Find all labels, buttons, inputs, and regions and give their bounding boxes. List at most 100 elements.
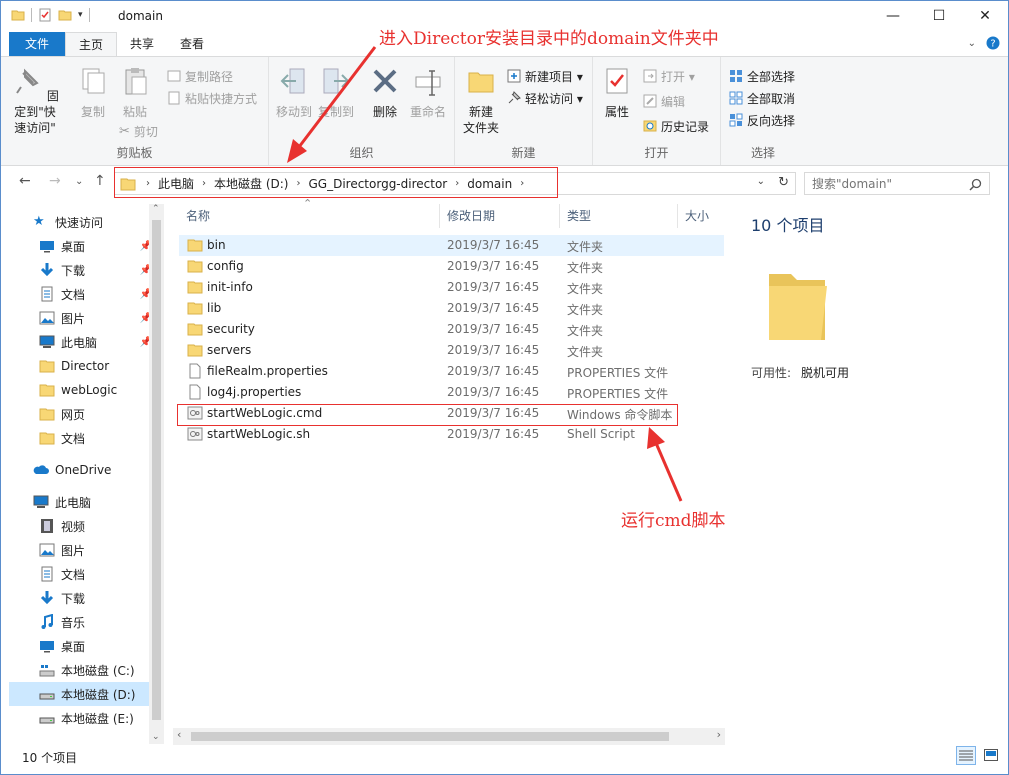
- file-list: ⌃ 名称 修改日期 类型 大小 bin 2019/3/7 16:45 文件夹 c…: [173, 197, 728, 744]
- table-row[interactable]: bin 2019/3/7 16:45 文件夹: [179, 235, 724, 256]
- nav-quick-access[interactable]: ★ 快速访问: [33, 210, 164, 234]
- tab-file[interactable]: 文件: [9, 32, 65, 56]
- nav-item-pictures[interactable]: 图片 📌: [39, 306, 154, 330]
- nav-item-webpages[interactable]: 网页: [39, 402, 154, 426]
- move-to-button[interactable]: 移动到: [275, 65, 313, 120]
- file-date: 2019/3/7 16:45: [447, 364, 540, 378]
- nav-item-documents[interactable]: 文档 📌: [39, 282, 154, 306]
- edit-button[interactable]: 编辑: [643, 90, 685, 112]
- rename-button[interactable]: 重命名: [405, 65, 451, 120]
- column-header-name[interactable]: 名称: [186, 204, 210, 228]
- nav-onedrive[interactable]: OneDrive: [33, 458, 154, 482]
- new-folder-button[interactable]: 新建 文件夹: [461, 65, 501, 136]
- table-row[interactable]: lib 2019/3/7 16:45 文件夹: [179, 298, 724, 319]
- column-header-size[interactable]: 大小: [685, 204, 709, 228]
- file-name: startWebLogic.sh: [207, 427, 311, 441]
- scrollbar-thumb[interactable]: [152, 220, 161, 720]
- nav-item-drive-d[interactable]: 本地磁盘 (D:): [9, 682, 154, 706]
- tab-home[interactable]: 主页: [65, 32, 118, 56]
- open-button[interactable]: 打开 ▾: [643, 65, 695, 87]
- table-row[interactable]: security 2019/3/7 16:45 文件夹: [179, 319, 724, 340]
- select-all-button[interactable]: 全部选择: [729, 65, 795, 87]
- nav-item-drive-e[interactable]: 本地磁盘 (E:): [39, 706, 154, 730]
- nav-scrollbar[interactable]: ⌃ ⌄: [149, 204, 164, 744]
- window-controls: — ☐ ✕: [870, 1, 1008, 31]
- file-date: 2019/3/7 16:45: [447, 280, 540, 294]
- pin-quick-access-button[interactable]: 固定到"快 速访问": [9, 65, 61, 136]
- folder-icon[interactable]: [11, 8, 25, 22]
- tab-share[interactable]: 共享: [117, 32, 167, 56]
- refresh-icon[interactable]: ↻: [778, 175, 789, 190]
- nav-item-music[interactable]: 音乐: [39, 610, 154, 634]
- search-icon[interactable]: [969, 178, 982, 191]
- search-input[interactable]: [805, 173, 965, 194]
- nav-item-desktop-pc[interactable]: 桌面: [39, 634, 154, 658]
- column-header-type[interactable]: 类型: [567, 204, 591, 228]
- nav-item-weblogic[interactable]: webLogic: [39, 378, 154, 402]
- nav-label: 图片: [61, 543, 86, 558]
- nav-this-pc[interactable]: 此电脑: [33, 490, 154, 514]
- file-list-hscrollbar[interactable]: ‹ ›: [173, 728, 725, 745]
- table-row[interactable]: startWebLogic.sh 2019/3/7 16:45 Shell Sc…: [179, 424, 724, 445]
- table-row[interactable]: log4j.properties 2019/3/7 16:45 PROPERTI…: [179, 382, 724, 403]
- column-header-date[interactable]: 修改日期: [447, 204, 495, 228]
- copy-to-button[interactable]: 复制到: [317, 65, 355, 120]
- table-row[interactable]: servers 2019/3/7 16:45 文件夹: [179, 340, 724, 361]
- recent-locations-icon[interactable]: ⌄: [75, 176, 83, 187]
- chevron-left-icon[interactable]: ‹: [177, 728, 181, 741]
- paste-shortcut-button[interactable]: 粘贴快捷方式: [167, 87, 257, 109]
- new-item-button[interactable]: 新建项目 ▾: [507, 65, 583, 87]
- cut-button[interactable]: ✂ 剪切: [119, 120, 158, 142]
- scrollbar-thumb[interactable]: [191, 732, 669, 741]
- nav-item-downloads[interactable]: 下载 📌: [39, 258, 154, 282]
- select-none-button[interactable]: 全部取消: [729, 87, 795, 109]
- chevron-right-icon[interactable]: ›: [717, 728, 721, 741]
- table-row[interactable]: config 2019/3/7 16:45 文件夹: [179, 256, 724, 277]
- minimize-button[interactable]: —: [870, 1, 916, 31]
- nav-item-pictures-pc[interactable]: 图片: [39, 538, 154, 562]
- history-button[interactable]: 历史记录: [643, 115, 709, 137]
- chevron-up-icon[interactable]: ⌃: [152, 204, 160, 214]
- maximize-button[interactable]: ☐: [916, 1, 962, 31]
- delete-button[interactable]: 删除: [367, 65, 403, 120]
- chevron-down-icon[interactable]: ⌄: [968, 38, 976, 49]
- up-arrow-icon[interactable]: ↑: [94, 173, 106, 189]
- chevron-down-icon[interactable]: ▾: [78, 10, 83, 20]
- nav-label: Director: [61, 359, 110, 373]
- copy-button[interactable]: 复制: [71, 65, 115, 120]
- chevron-down-icon[interactable]: ⌄: [152, 732, 160, 742]
- file-date: 2019/3/7 16:45: [447, 238, 540, 252]
- nav-item-downloads-pc[interactable]: 下载: [39, 586, 154, 610]
- invert-selection-label: 反向选择: [747, 113, 796, 128]
- nav-item-desktop[interactable]: 桌面 📌: [39, 234, 154, 258]
- download-icon: [40, 591, 54, 605]
- details-view-button[interactable]: [956, 746, 976, 765]
- new-folder-icon[interactable]: [58, 8, 72, 22]
- nav-item-documents-pc[interactable]: 文档: [39, 562, 154, 586]
- copy-path-button[interactable]: 复制路径: [167, 65, 233, 87]
- file-date: 2019/3/7 16:45: [447, 427, 540, 441]
- back-arrow-icon[interactable]: ←: [19, 173, 31, 189]
- address-dropdown-icon[interactable]: ⌄: [757, 176, 765, 187]
- large-icons-view-button[interactable]: [981, 746, 1001, 765]
- properties-icon[interactable]: [38, 8, 52, 22]
- cut-label: 剪切: [133, 124, 158, 139]
- properties-button[interactable]: 属性: [599, 65, 635, 120]
- nav-item-drive-c[interactable]: 本地磁盘 (C:): [39, 658, 154, 682]
- nav-item-videos[interactable]: 视频: [39, 514, 154, 538]
- paste-shortcut-icon: [168, 91, 180, 105]
- move-to-label: 移动到: [275, 105, 312, 119]
- close-button[interactable]: ✕: [962, 1, 1008, 31]
- tab-view[interactable]: 查看: [167, 32, 217, 56]
- table-row[interactable]: init-info 2019/3/7 16:45 文件夹: [179, 277, 724, 298]
- nav-label: 视频: [61, 519, 86, 534]
- forward-arrow-icon[interactable]: →: [49, 173, 61, 189]
- help-icon[interactable]: ?: [986, 36, 1000, 50]
- nav-item-this-pc[interactable]: 此电脑 📌: [39, 330, 154, 354]
- nav-item-docs-folder[interactable]: 文档: [39, 426, 154, 450]
- table-row[interactable]: fileRealm.properties 2019/3/7 16:45 PROP…: [179, 361, 724, 382]
- easy-access-button[interactable]: 轻松访问 ▾: [507, 87, 583, 109]
- invert-selection-button[interactable]: 反向选择: [729, 109, 795, 131]
- paste-button[interactable]: 粘贴: [115, 65, 155, 120]
- nav-item-director[interactable]: Director: [39, 354, 154, 378]
